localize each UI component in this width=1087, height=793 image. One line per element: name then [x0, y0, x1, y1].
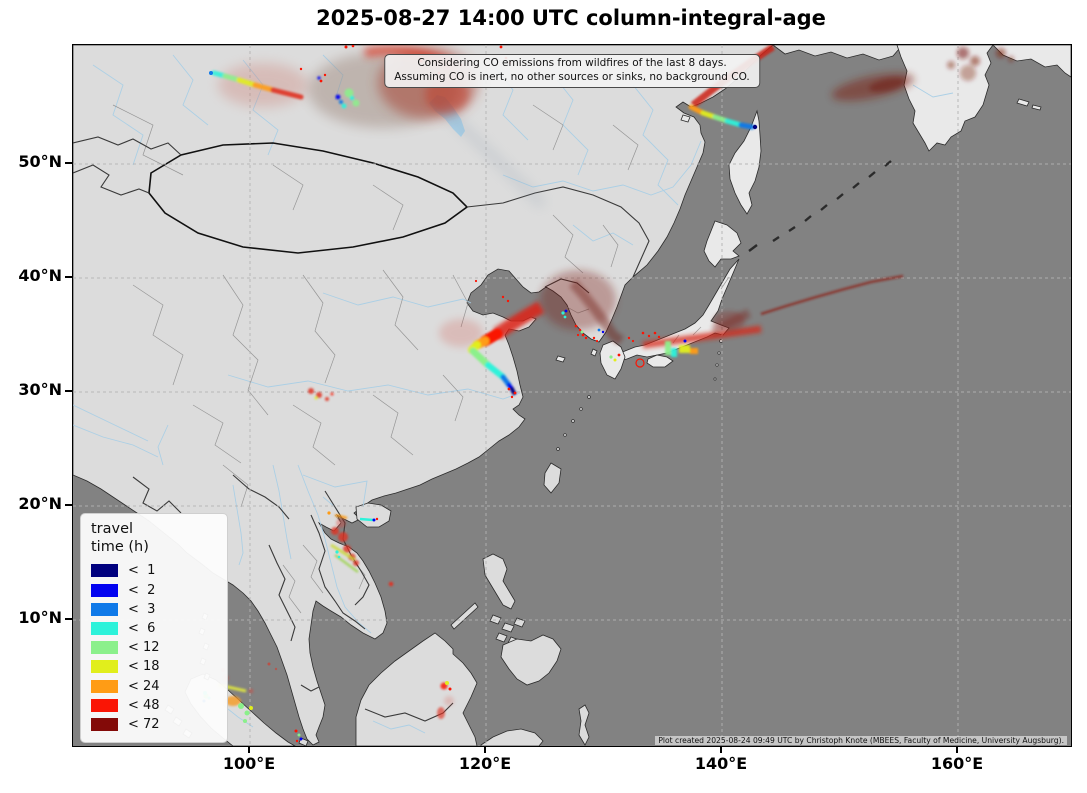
legend-swatch	[91, 622, 118, 635]
lon-tick-label: 140°E	[676, 754, 766, 773]
legend-entry: < 1	[91, 561, 217, 580]
legend-swatch	[91, 718, 118, 731]
legend-entry: < 72	[91, 715, 217, 734]
lat-tick-mark	[65, 276, 72, 278]
lat-tick-mark	[65, 618, 72, 620]
page-title: 2025-08-27 14:00 UTC column-integral-age	[72, 6, 1070, 30]
lon-tick-label: 120°E	[440, 754, 530, 773]
legend-swatch	[91, 660, 118, 673]
legend-label: < 72	[128, 717, 160, 732]
legend-label: < 18	[128, 659, 160, 674]
legend-swatch	[91, 699, 118, 712]
figure: 2025-08-27 14:00 UTC column-integral-age	[0, 0, 1087, 793]
lat-tick-label: 50°N	[0, 152, 62, 171]
lat-tick-label: 40°N	[0, 266, 62, 285]
legend-swatch	[91, 603, 118, 616]
lat-tick-mark	[65, 162, 72, 164]
legend-entry: < 48	[91, 696, 217, 715]
annotation-box: Considering CO emissions from wildfires …	[384, 54, 760, 88]
legend-entry: < 3	[91, 600, 217, 619]
legend-swatch	[91, 564, 118, 577]
attribution: Plot created 2025-08-24 09:49 UTC by Chr…	[655, 736, 1067, 745]
lon-tick-mark	[248, 746, 250, 753]
legend-title: travel time (h)	[91, 520, 217, 558]
lon-tick-mark	[956, 746, 958, 753]
legend-label: < 2	[128, 583, 155, 598]
legend-rows: < 1 < 2 < 3 < 6 < 12 < 18 < 24 < 48 < 72	[91, 561, 217, 734]
legend-label: < 24	[128, 679, 160, 694]
legend-entry: < 18	[91, 657, 217, 676]
legend-swatch	[91, 584, 118, 597]
legend-label: < 48	[128, 698, 160, 713]
legend-label: < 1	[128, 563, 155, 578]
lon-tick-label: 160°E	[912, 754, 1002, 773]
lon-tick-label: 100°E	[204, 754, 294, 773]
legend-entry: < 2	[91, 581, 217, 600]
annotation-line-2: Assuming CO is inert, no other sources o…	[394, 71, 750, 85]
annotation-line-1: Considering CO emissions from wildfires …	[394, 57, 750, 71]
lon-tick-mark	[720, 746, 722, 753]
legend-entry: < 24	[91, 676, 217, 695]
lon-tick-mark	[484, 746, 486, 753]
lat-tick-label: 20°N	[0, 494, 62, 513]
legend-swatch	[91, 680, 118, 693]
map-plot-area: Considering CO emissions from wildfires …	[72, 44, 1072, 747]
legend-label: < 12	[128, 640, 160, 655]
legend: travel time (h) < 1 < 2 < 3 < 6 < 12 < 18 < 24…	[80, 513, 228, 743]
lat-tick-mark	[65, 390, 72, 392]
legend-entry: < 12	[91, 638, 217, 657]
lat-tick-mark	[65, 504, 72, 506]
legend-swatch	[91, 641, 118, 654]
lat-tick-label: 30°N	[0, 380, 62, 399]
legend-label: < 3	[128, 602, 155, 617]
lat-tick-label: 10°N	[0, 608, 62, 627]
legend-entry: < 6	[91, 619, 217, 638]
legend-label: < 6	[128, 621, 155, 636]
